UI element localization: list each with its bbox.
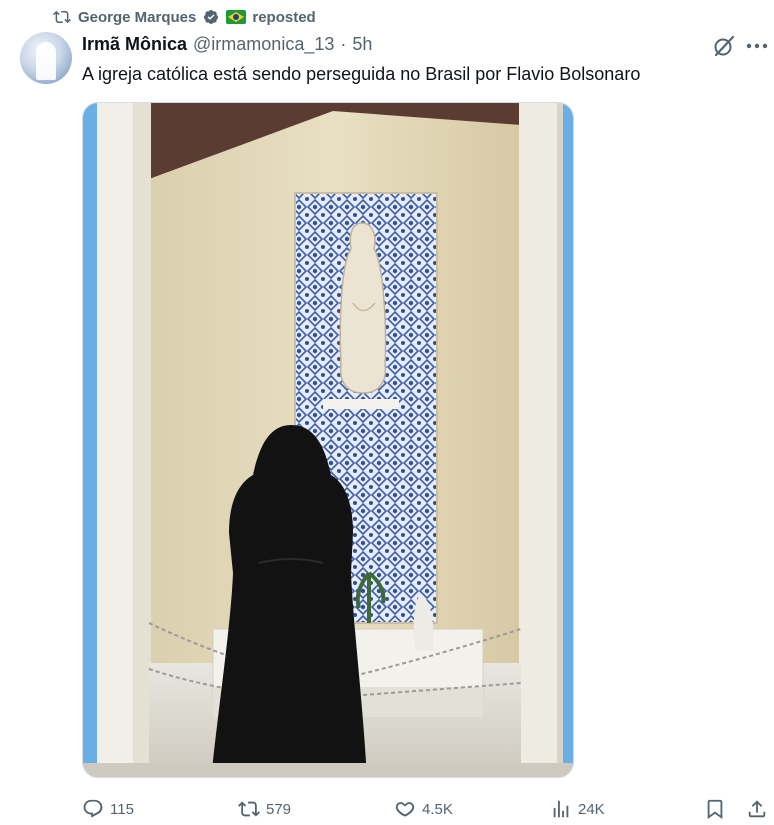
- reply-count: 115: [110, 800, 134, 818]
- like-button[interactable]: 4.5K: [394, 796, 453, 822]
- reply-button[interactable]: 115: [82, 796, 134, 822]
- like-count: 4.5K: [422, 800, 453, 818]
- heart-icon: [394, 798, 416, 820]
- repost-count: 579: [266, 800, 292, 818]
- grok-icon[interactable]: [712, 34, 736, 58]
- share-icon: [746, 798, 768, 820]
- author-handle[interactable]: @irmamonica_13: [193, 34, 334, 55]
- views-chart-icon: [550, 798, 572, 820]
- more-options-icon[interactable]: [744, 36, 770, 56]
- post-text: A igreja católica está sendo perseguida …: [82, 64, 641, 84]
- post-image[interactable]: [82, 102, 574, 778]
- separator-dot: ·: [340, 34, 347, 54]
- verified-check-icon: [202, 9, 220, 25]
- post-time[interactable]: 5h: [352, 34, 372, 55]
- bookmark-icon: [704, 798, 726, 820]
- repost-button[interactable]: 579: [238, 796, 291, 822]
- reposted-label: reposted: [252, 8, 316, 26]
- view-count: 24K: [578, 800, 605, 818]
- post-header: Irmã Mônica @irmamonica_13 · 5h: [82, 34, 372, 55]
- views-button[interactable]: 24K: [550, 796, 605, 822]
- post-action-bar: 115 579 4.5K 24K: [82, 796, 772, 822]
- repost-context[interactable]: George Marques reposted: [52, 7, 316, 27]
- avatar[interactable]: [20, 32, 72, 84]
- reposter-name[interactable]: George Marques: [78, 9, 196, 26]
- bookmark-button[interactable]: [704, 796, 726, 822]
- repost-icon: [238, 798, 260, 820]
- reply-icon: [82, 798, 104, 820]
- share-button[interactable]: [746, 796, 768, 822]
- repost-icon: [52, 8, 72, 26]
- brazil-flag-icon: [226, 10, 247, 24]
- author-display-name[interactable]: Irmã Mônica: [82, 34, 187, 55]
